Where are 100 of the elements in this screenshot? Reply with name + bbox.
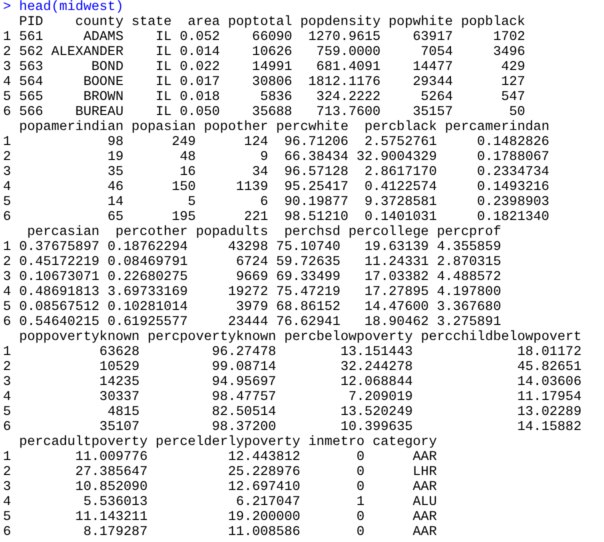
table-cell-text: 11.17954 <box>516 390 582 405</box>
row-index: 2 <box>3 45 12 60</box>
table-cell-text: 1270.9615 <box>307 30 381 45</box>
row-index: 1 <box>3 345 12 360</box>
table-cell-text: 6.217047 <box>235 495 300 510</box>
table-cell-text: IL <box>154 30 172 45</box>
table-cell-text: 9.3728581 <box>364 195 437 210</box>
table-cell-text: AAR <box>412 480 437 495</box>
row-index: 2 <box>3 255 12 270</box>
table-cell-text: 0.1821340 <box>476 210 550 225</box>
table-cell-text: 5.536013 <box>82 495 148 510</box>
table-cell: 563 <box>19 60 44 75</box>
table-cell-text: 63917 <box>412 30 453 45</box>
prompt-symbol: > <box>3 0 12 15</box>
row-index: 6 <box>3 210 12 225</box>
table-cell-text: 0.4122574 <box>364 180 437 195</box>
row-index: 6 <box>3 420 12 435</box>
column-header: popother <box>204 120 268 135</box>
table-cell-text: 6 <box>259 195 268 210</box>
table-cell-text: 98 <box>106 135 124 150</box>
table-cell-text: 35157 <box>412 105 453 120</box>
table-cell-text: 0.1493216 <box>476 180 550 195</box>
table-cell-text: ADAMS <box>82 30 124 45</box>
table-cell-text: 9 <box>259 150 268 165</box>
table-cell-text: 14 <box>106 195 124 210</box>
table-cell-text: 63628 <box>98 345 140 360</box>
table-cell-text: 12.443812 <box>226 450 300 465</box>
row-index: 3 <box>3 60 12 75</box>
table-cell: 3.275891 <box>436 315 502 330</box>
table-cell-text: 0 <box>356 465 365 480</box>
column-header: state <box>132 15 172 30</box>
table-cell-text: 82.50514 <box>210 405 276 420</box>
table-cell-text: 14991 <box>251 60 292 75</box>
table-cell-text: 48 <box>178 150 196 165</box>
table-cell-text: LHR <box>412 465 437 480</box>
row-index: 1 <box>3 450 12 465</box>
table-cell-text: 7.209019 <box>347 390 413 405</box>
table-cell-text: 9669 <box>234 270 268 285</box>
table-cell-text: 98.47757 <box>210 390 276 405</box>
table-cell: 566 <box>19 105 44 120</box>
row-index: 5 <box>3 300 12 315</box>
table-cell-text: 35107 <box>98 420 140 435</box>
table-cell: 561 <box>19 30 44 45</box>
table-cell-text: 43298 <box>226 240 268 255</box>
row-index: 2 <box>3 360 12 375</box>
row-index: 1 <box>3 240 12 255</box>
column-header: percbelowpoverty <box>284 330 413 345</box>
column-header: poptotal <box>228 15 292 30</box>
column-header: popwhite <box>388 15 453 30</box>
table-cell: 0.022 <box>180 60 220 75</box>
table-cell-text: 98.37200 <box>210 420 276 435</box>
table-cell-text: BOONE <box>82 75 124 90</box>
table-cell-text: 1 <box>356 495 365 510</box>
row-index: 5 <box>3 510 12 525</box>
row-index: 5 <box>3 405 12 420</box>
column-header: area <box>186 15 220 30</box>
table-cell: 0.18762294 <box>107 240 188 255</box>
table-cell-text: IL <box>154 45 172 60</box>
row-index: 4 <box>3 390 12 405</box>
table-cell-text: 27.385647 <box>74 465 148 480</box>
table-cell: 0.22680275 <box>107 270 188 285</box>
table-cell-text: IL <box>154 60 172 75</box>
table-cell: 0.08567512 <box>19 300 100 315</box>
table-cell-text: 12.068844 <box>339 375 413 390</box>
table-cell: 4.488572 <box>436 270 502 285</box>
row-index: 1 <box>3 30 12 45</box>
row-index: 6 <box>3 315 12 330</box>
table-cell-text: 0.2334734 <box>476 165 550 180</box>
table-cell: 564 <box>19 75 44 90</box>
table-cell-text: 13.02289 <box>516 405 582 420</box>
table-cell-text: 1812.1176 <box>307 75 381 90</box>
table-cell: 0.10673071 <box>19 270 100 285</box>
table-cell-text: 150 <box>170 180 196 195</box>
table-cell-text: 5 <box>186 195 196 210</box>
table-cell-text: IL <box>154 90 172 105</box>
table-cell-text: 12.697410 <box>226 480 300 495</box>
table-cell: 76.62941 <box>276 315 340 330</box>
table-cell-text: 29344 <box>412 75 453 90</box>
row-index: 5 <box>3 195 12 210</box>
table-cell-text: 713.7600 <box>315 105 381 120</box>
table-cell: 4.355859 <box>436 240 502 255</box>
table-cell: 0.08469791 <box>107 255 188 270</box>
table-cell-text: 17.03382 <box>364 270 429 285</box>
column-header: percchildbelowpovert <box>420 330 582 345</box>
column-header: popamerindian <box>19 120 124 135</box>
table-cell-text: 10529 <box>98 360 140 375</box>
table-cell-text: 14235 <box>98 375 140 390</box>
table-cell-text: 19.63139 <box>364 240 429 255</box>
table-cell-text: 99.08714 <box>210 360 276 375</box>
table-cell-text: 25.228976 <box>226 465 300 480</box>
table-cell: 0.61925577 <box>107 315 188 330</box>
table-cell: 75.47219 <box>276 285 340 300</box>
row-index: 3 <box>3 165 12 180</box>
table-cell-text: BROWN <box>82 90 124 105</box>
table-cell: 0.54640215 <box>19 315 100 330</box>
table-cell-text: 95.25417 <box>283 180 348 195</box>
table-cell-text: 96.71206 <box>283 135 348 150</box>
table-cell-text: 10626 <box>251 45 292 60</box>
table-cell-text: 19.200000 <box>226 510 300 525</box>
table-cell-text: 3979 <box>234 300 268 315</box>
